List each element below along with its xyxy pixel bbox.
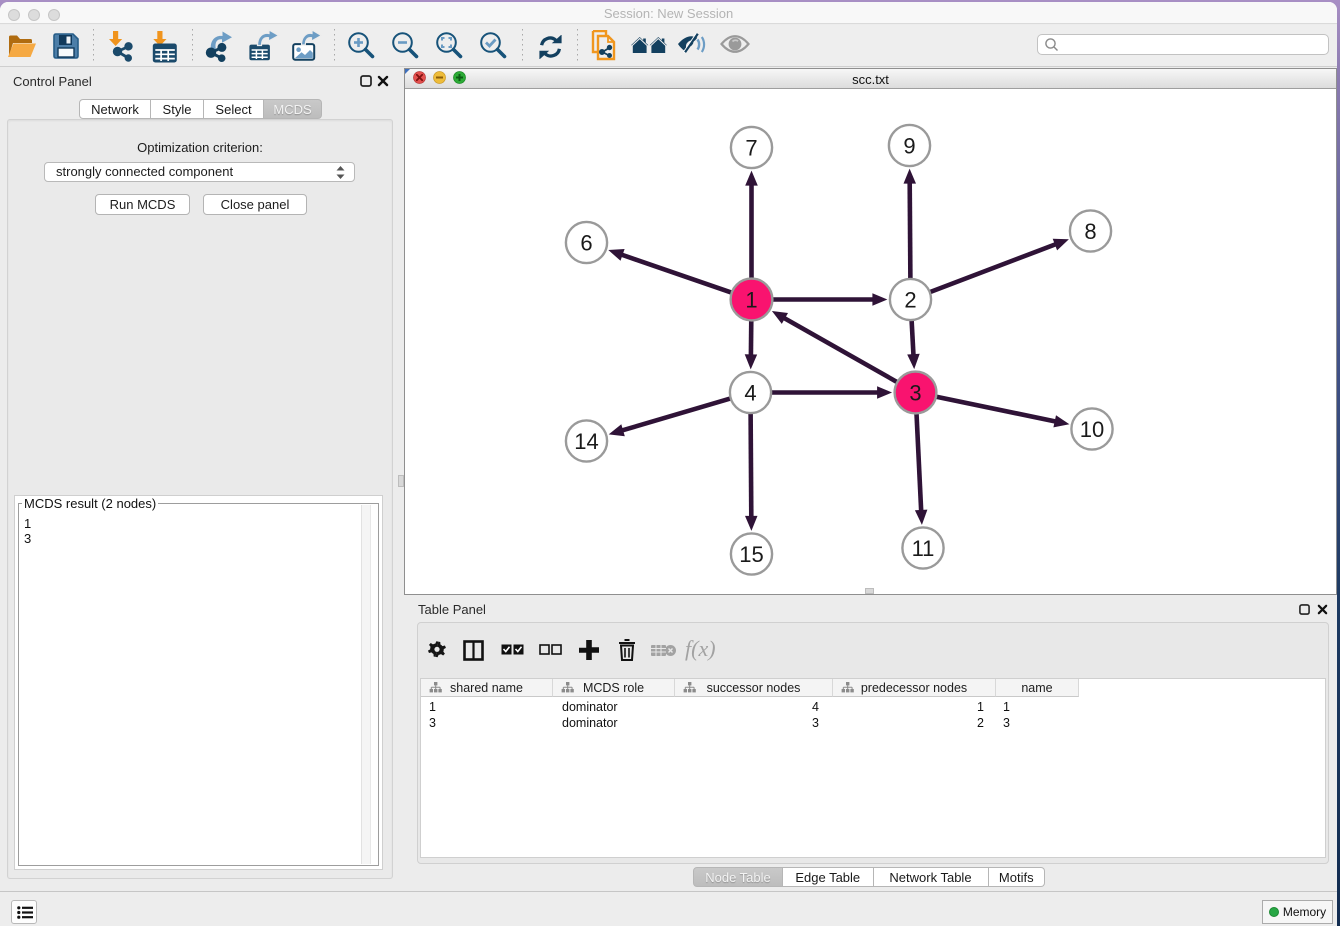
svg-text:10: 10 <box>1080 417 1104 442</box>
svg-text:2: 2 <box>904 288 916 313</box>
svg-text:3: 3 <box>909 381 921 406</box>
svg-text:7: 7 <box>745 136 757 161</box>
svg-text:15: 15 <box>739 542 763 567</box>
svg-text:8: 8 <box>1084 219 1096 244</box>
svg-text:1: 1 <box>745 288 757 313</box>
svg-text:14: 14 <box>574 429 598 454</box>
svg-text:6: 6 <box>580 231 592 256</box>
svg-text:11: 11 <box>912 536 935 561</box>
svg-text:4: 4 <box>744 381 756 406</box>
svg-text:9: 9 <box>903 134 915 159</box>
